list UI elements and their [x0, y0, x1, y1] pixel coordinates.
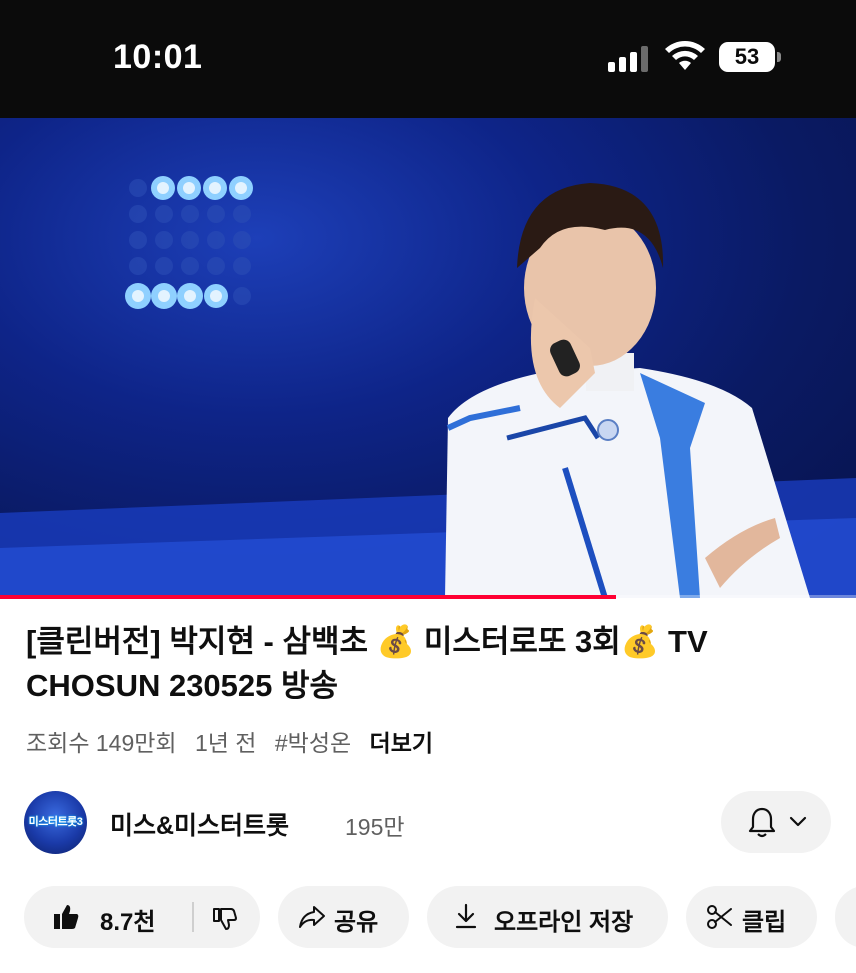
status-time: 10:01	[113, 38, 203, 76]
download-label: 오프라인 저장	[494, 909, 634, 936]
upload-age: 1년 전	[194, 730, 257, 756]
like-dislike-button[interactable]: 8.7천	[24, 886, 260, 948]
share-button[interactable]: 공유	[278, 886, 409, 948]
hashtag-link[interactable]: #박성온	[275, 730, 351, 756]
stage-light-panel	[125, 176, 253, 309]
download-button[interactable]: 오프라인 저장	[427, 886, 668, 948]
share-label: 공유	[334, 909, 379, 936]
more-actions-button[interactable]	[835, 886, 856, 948]
avatar-logo-text: 미스터트롯3	[28, 816, 83, 828]
video-meta[interactable]: 조회수 149만회 1년 전 #박성온 더보기	[26, 724, 445, 758]
download-icon	[455, 903, 477, 929]
thumbs-down-icon[interactable]	[212, 905, 238, 931]
channel-name[interactable]: 미스&미스터트롯	[110, 806, 289, 842]
clip-button[interactable]: 클립	[686, 886, 817, 948]
thumbs-up-icon[interactable]	[52, 903, 80, 931]
view-count: 조회수 149만회	[26, 730, 177, 756]
notification-bell-button[interactable]	[721, 791, 831, 853]
subscriber-count: 195만	[345, 814, 405, 840]
like-divider	[192, 902, 194, 932]
video-progress-bar[interactable]	[0, 595, 856, 599]
video-frame	[0, 176, 856, 598]
clip-label: 클립	[742, 909, 787, 936]
video-player[interactable]	[0, 118, 856, 598]
battery-level: 53	[719, 42, 775, 72]
battery-icon: 53	[719, 42, 781, 72]
status-bar: 10:01 53	[0, 0, 856, 118]
chevron-down-icon	[789, 816, 807, 827]
wifi-icon	[665, 41, 705, 70]
performer	[445, 183, 810, 598]
channel-avatar[interactable]: 미스터트롯3	[24, 791, 87, 854]
like-count: 8.7천	[100, 909, 156, 936]
video-title[interactable]: [클린버전] 박지현 - 삼백초 💰 미스터로또 3회💰 TV CHOSUN 2…	[26, 620, 826, 708]
scissors-icon	[707, 905, 732, 929]
share-icon	[299, 906, 325, 928]
more-link[interactable]: 더보기	[370, 730, 433, 756]
bell-icon	[748, 807, 776, 838]
cellular-signal-icon	[608, 44, 652, 72]
video-progress-fill	[0, 595, 617, 599]
